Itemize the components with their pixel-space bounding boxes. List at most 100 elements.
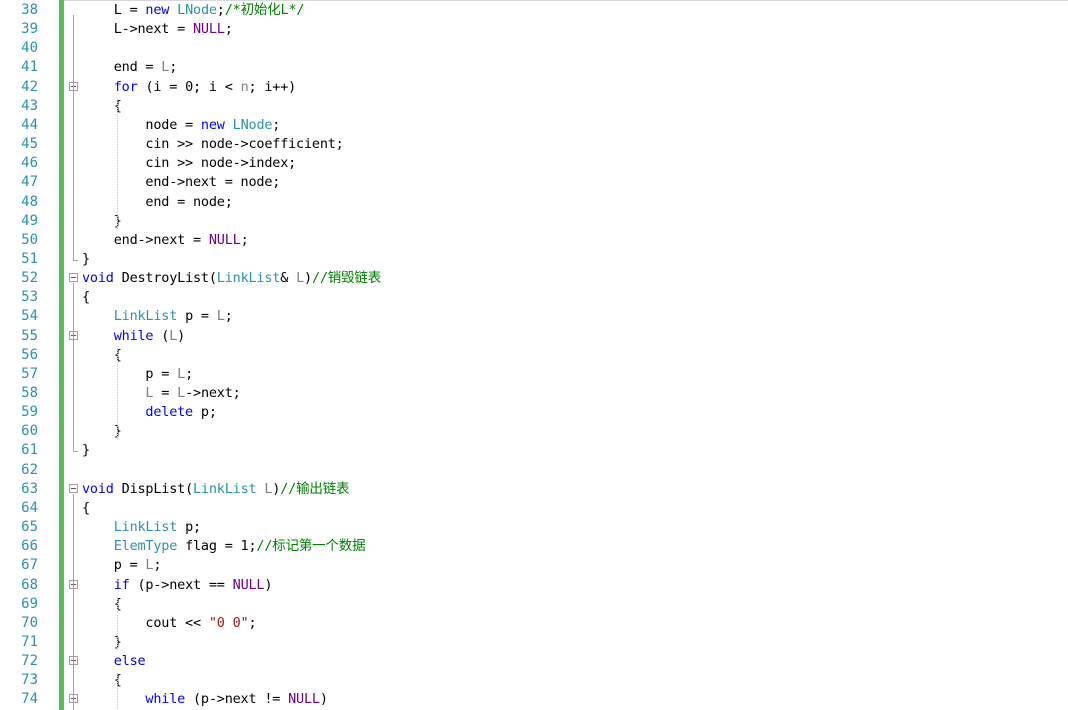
code-token: while	[145, 691, 186, 708]
code-token: void	[82, 270, 114, 287]
fold-collapse-icon[interactable]	[69, 483, 78, 493]
code-token: p;	[193, 404, 217, 421]
code-line[interactable]: 57 p = L;	[0, 365, 1068, 384]
code-token: }	[82, 212, 122, 229]
code-token: LinkList	[113, 519, 178, 536]
code-line[interactable]: 40	[0, 39, 1068, 58]
code-token: L =	[82, 2, 146, 18]
line-number: 56	[21, 346, 38, 363]
code-line[interactable]: 60 }	[0, 422, 1068, 441]
line-number: 65	[21, 519, 38, 536]
code-token: DestroyList(	[113, 270, 217, 287]
code-line[interactable]: 69 {	[0, 595, 1068, 614]
code-token: L	[177, 385, 186, 401]
code-text: }	[82, 250, 90, 269]
code-line[interactable]: 53 {	[0, 288, 1068, 307]
line-number: 69	[21, 595, 38, 612]
code-line[interactable]: 55 while (L)	[0, 327, 1068, 346]
code-line[interactable]: 47 end->next = node;	[0, 173, 1068, 192]
code-token: end->next =	[82, 231, 209, 248]
line-number: 44	[21, 116, 38, 133]
code-line[interactable]: 64 {	[0, 499, 1068, 518]
code-token: //输出链表	[280, 480, 350, 497]
indent-guide	[117, 98, 118, 229]
code-line[interactable]: 58 L = L->next;	[0, 384, 1068, 403]
code-line[interactable]: 70 cout << "0 0";	[0, 614, 1068, 633]
code-text: ElemType flag = 1;//标记第一个数据	[82, 537, 366, 556]
code-text: LinkList p;	[82, 518, 201, 537]
code-text: {	[82, 595, 122, 614]
code-text: cout << "0 0";	[82, 614, 256, 633]
code-token: for	[113, 78, 138, 95]
code-text: end->next = node;	[82, 173, 280, 192]
code-line[interactable]: 61}	[0, 441, 1068, 460]
code-line[interactable]: 50 end->next = NULL;	[0, 231, 1068, 250]
code-line[interactable]: 44 node = new LNode;	[0, 116, 1068, 135]
code-line[interactable]: 73 {	[0, 671, 1068, 690]
code-line[interactable]: 52 void DestroyList(LinkList& L)//销毁链表	[0, 269, 1068, 288]
code-line[interactable]: 66 ElemType flag = 1;//标记第一个数据	[0, 537, 1068, 556]
code-line[interactable]: 38 L = new LNode;/*初始化L*/	[0, 1, 1068, 20]
code-token: //标记第一个数据	[256, 538, 366, 555]
line-number: 55	[21, 327, 38, 344]
code-token: p =	[82, 557, 146, 574]
code-line[interactable]: 48 end = node;	[0, 193, 1068, 212]
code-line[interactable]: 62	[0, 461, 1068, 480]
code-line[interactable]: 51}	[0, 250, 1068, 269]
code-line[interactable]: 72 else	[0, 652, 1068, 671]
code-token: =	[153, 385, 178, 401]
code-token: &	[280, 270, 297, 287]
code-line[interactable]: 74 while (p->next != NULL)	[0, 690, 1068, 709]
code-text: cin >> node->index;	[82, 154, 296, 173]
code-token: ;	[224, 308, 233, 325]
code-token: ; i++)	[248, 78, 297, 95]
code-line[interactable]: 67 p = L;	[0, 556, 1068, 575]
code-line[interactable]: 39 L->next = NULL;	[0, 20, 1068, 39]
code-line[interactable]: 63 void DispList(LinkList L)//输出链表	[0, 480, 1068, 499]
line-number: 59	[21, 404, 38, 421]
code-token: (i = 0; i <	[137, 78, 241, 95]
code-line[interactable]: 65 LinkList p;	[0, 518, 1068, 537]
line-number: 42	[21, 78, 38, 95]
code-token: {	[82, 595, 122, 612]
code-token: end =	[82, 59, 162, 76]
code-token: new	[200, 116, 225, 133]
code-line[interactable]: 54 LinkList p = L;	[0, 307, 1068, 326]
code-line[interactable]: 71 }	[0, 633, 1068, 652]
line-number: 47	[21, 174, 38, 191]
fold-collapse-icon[interactable]	[69, 273, 78, 283]
code-token: {	[82, 289, 90, 306]
line-number: 63	[21, 480, 38, 497]
code-token: NULL	[208, 231, 241, 248]
line-number: 73	[21, 672, 38, 689]
code-line[interactable]: 42 for (i = 0; i < n; i++)	[0, 78, 1068, 97]
code-line[interactable]: 68 if (p->next == NULL)	[0, 576, 1068, 595]
code-editor[interactable]: 38 L = new LNode;/*初始化L*/39 L->next = NU…	[0, 0, 1068, 710]
code-text: for (i = 0; i < n; i++)	[82, 78, 297, 97]
code-line[interactable]: 41 end = L;	[0, 58, 1068, 77]
code-line[interactable]: 59 delete p;	[0, 403, 1068, 422]
code-token: ;	[169, 59, 178, 76]
code-text: }	[82, 441, 90, 460]
code-token: n	[240, 78, 249, 95]
line-number: 43	[21, 97, 38, 114]
code-line[interactable]: 49 }	[0, 212, 1068, 231]
code-token: NULL	[288, 691, 320, 708]
code-line[interactable]: 46 cin >> node->index;	[0, 154, 1068, 173]
code-token: p =	[82, 365, 178, 382]
line-number: 52	[21, 270, 38, 287]
line-number: 54	[21, 308, 38, 325]
code-line[interactable]: 43 {	[0, 97, 1068, 116]
code-line[interactable]: 45 cin >> node->coefficient;	[0, 135, 1068, 154]
code-line[interactable]: 56 {	[0, 346, 1068, 365]
line-number: 40	[21, 40, 38, 57]
line-number: 50	[21, 231, 38, 248]
code-token: ;	[248, 614, 257, 631]
line-number: 45	[21, 136, 38, 153]
